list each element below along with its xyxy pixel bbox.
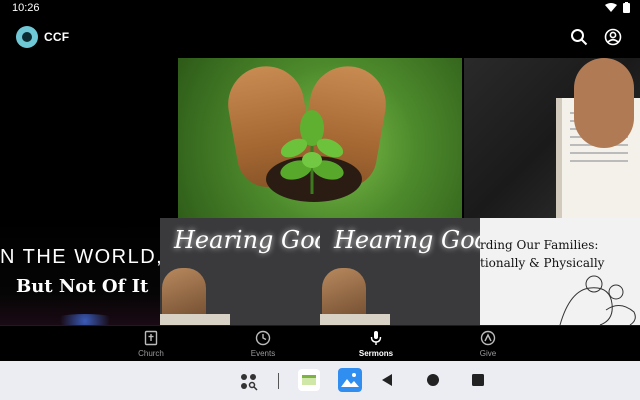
nav-label: Events xyxy=(250,349,276,358)
status-time: 10:26 xyxy=(12,2,40,14)
sermon-card-guarding-families[interactable]: rding Our Families: tionally & Physicall… xyxy=(480,218,640,325)
nav-label: Sermons xyxy=(358,349,394,358)
gallery-app-icon xyxy=(341,373,359,387)
taskbar-divider xyxy=(278,373,279,389)
app-title: CCF xyxy=(44,30,70,44)
taskbar-app-files[interactable] xyxy=(298,369,320,391)
microphone-icon xyxy=(370,331,382,345)
files-app-icon xyxy=(302,375,316,385)
app-actions xyxy=(570,28,622,46)
give-icon xyxy=(480,330,496,346)
app-drawer-icon[interactable] xyxy=(240,373,258,391)
nav-label: Church xyxy=(138,349,164,358)
nav-item-events[interactable]: Events xyxy=(233,330,293,358)
card-title-line1: N THE WORLD, xyxy=(0,246,160,268)
home-icon[interactable] xyxy=(426,373,440,387)
card-title-line2: But Not Of It xyxy=(16,276,149,297)
family-line-art xyxy=(559,275,636,325)
wifi-icon xyxy=(605,2,617,12)
nav-item-church[interactable]: Church xyxy=(121,330,181,358)
ccf-logo[interactable] xyxy=(16,26,38,48)
sermon-card-hearing-god-1[interactable]: Hearing God xyxy=(160,218,320,325)
taskbar-app-gallery[interactable] xyxy=(338,368,362,392)
sprout-image xyxy=(280,110,344,194)
sermon-cards: N THE WORLD, But Not Of It Hearing God H… xyxy=(0,218,640,325)
cross-book-icon xyxy=(144,330,158,346)
clock-icon xyxy=(255,330,271,346)
battery-icon xyxy=(623,2,630,13)
nav-item-sermons[interactable]: Sermons xyxy=(346,330,406,358)
nav-item-give[interactable]: Give xyxy=(458,330,518,358)
nav-label: Give xyxy=(479,349,497,358)
account-icon[interactable] xyxy=(604,28,622,46)
praying-hands-image xyxy=(574,58,634,148)
system-nav-bar xyxy=(0,361,640,400)
status-bar: 10:26 xyxy=(0,0,640,16)
recents-icon[interactable] xyxy=(472,374,484,386)
app-bar: CCF xyxy=(0,18,640,58)
card-title: Hearing God xyxy=(174,226,320,254)
card-title-line2: tionally & Physically xyxy=(480,256,605,270)
sermon-card-in-the-world[interactable]: N THE WORLD, But Not Of It xyxy=(0,218,160,325)
search-icon[interactable] xyxy=(570,28,588,46)
hero-slide-bible[interactable] xyxy=(464,58,640,218)
sermon-card-hearing-god-2[interactable]: Hearing God xyxy=(320,218,480,325)
book-image xyxy=(320,314,390,325)
back-icon[interactable] xyxy=(380,373,394,387)
bottom-nav: Church Events Sermons Give xyxy=(0,325,640,362)
hero-carousel[interactable] xyxy=(0,58,640,266)
card-title: Hearing God xyxy=(334,226,480,254)
card-title-line1: rding Our Families: xyxy=(480,238,599,252)
status-icons xyxy=(605,2,630,13)
book-image xyxy=(160,314,230,325)
card-glow xyxy=(50,314,120,325)
hero-slide-sprout[interactable] xyxy=(178,58,462,218)
